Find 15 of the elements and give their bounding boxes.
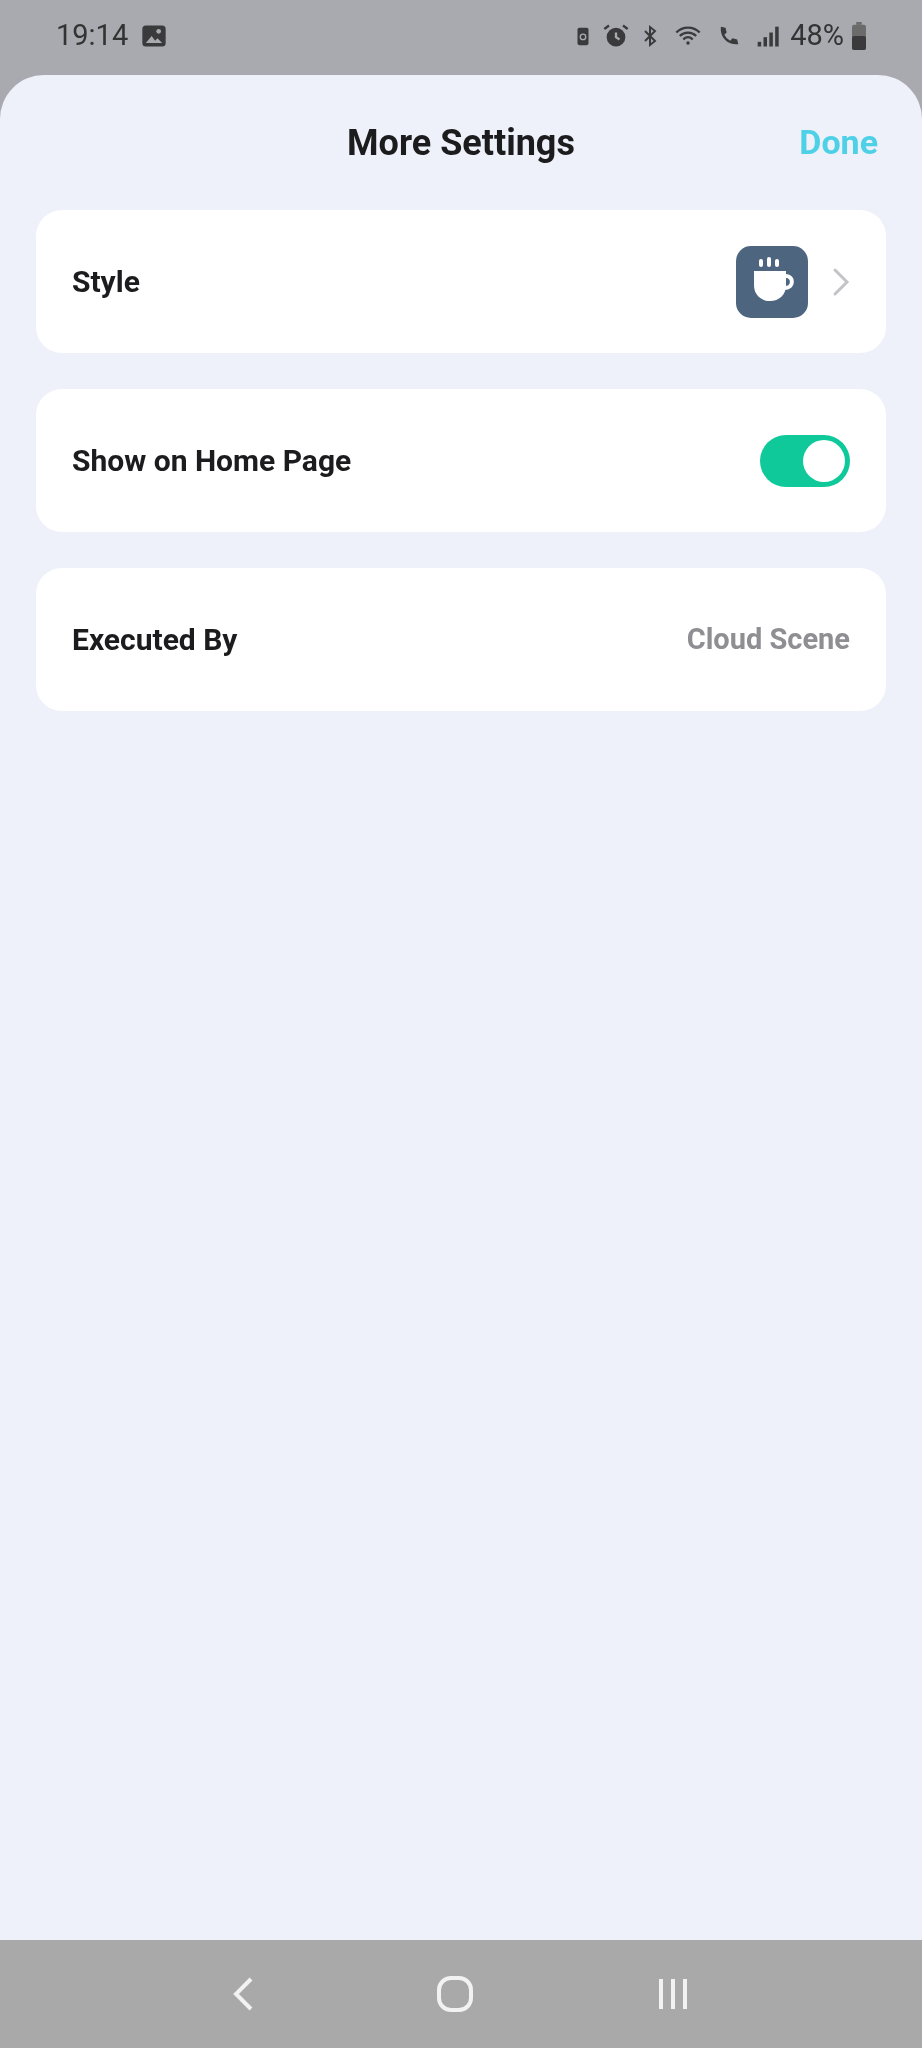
row-value: Cloud Scene: [686, 620, 850, 658]
home-icon[interactable]: [436, 1975, 474, 2013]
row-label: Executed By: [72, 621, 238, 659]
coffee-cup-icon[interactable]: [736, 245, 808, 318]
battery-icon: [852, 21, 866, 50]
battery-percent: 48%: [790, 16, 844, 54]
chevron-right-icon: [832, 266, 850, 297]
settings-row[interactable]: Show on Home Page: [36, 389, 886, 532]
status-time: 19:14: [56, 16, 129, 54]
sheet-title: More Settings: [347, 120, 575, 166]
row-label: Style: [72, 263, 140, 301]
toggle-switch[interactable]: [760, 434, 850, 487]
settings-row[interactable]: Style: [36, 210, 886, 353]
row-label: Show on Home Page: [72, 442, 352, 480]
settings-row[interactable]: Executed By Cloud Scene: [36, 568, 886, 711]
